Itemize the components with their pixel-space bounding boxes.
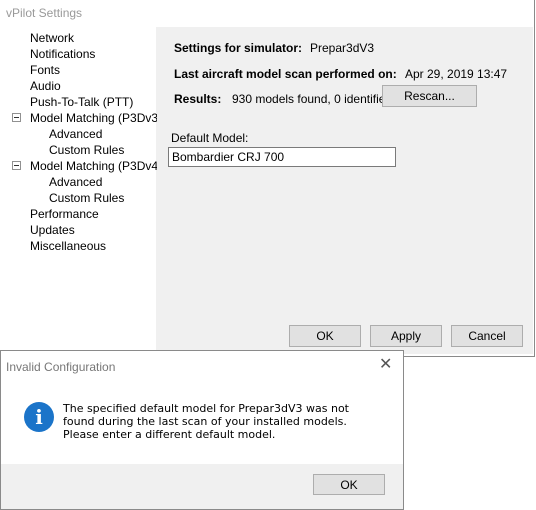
window-title: vPilot Settings: [6, 6, 83, 20]
close-icon[interactable]: ✕: [379, 357, 392, 373]
results-label: Results:: [174, 92, 222, 106]
settings-window: vPilot Settings Network Notifications Fo…: [0, 0, 535, 357]
settings-panel: Settings for simulator: Prepar3dV3 Last …: [157, 27, 533, 354]
ok-button[interactable]: OK: [289, 325, 361, 347]
scan-value: Apr 29, 2019 13:47: [405, 67, 508, 81]
dialog-title: Invalid Configuration: [6, 360, 116, 374]
default-model-label: Default Model:: [171, 131, 249, 145]
default-model-field[interactable]: Bombardier CRJ 700: [168, 147, 396, 167]
tree-item-custom-rules-p3dv4[interactable]: Custom Rules: [49, 190, 124, 206]
collapse-p3dv3-icon[interactable]: [12, 113, 21, 122]
dialog-ok-button[interactable]: OK: [313, 474, 385, 495]
tree-item-advanced-p3dv4[interactable]: Advanced: [49, 174, 102, 190]
apply-button[interactable]: Apply: [370, 325, 442, 347]
tree-item-audio[interactable]: Audio: [30, 78, 61, 94]
dialog-message: The specified default model for Prepar3d…: [63, 402, 349, 441]
dialog-footer: OK: [1, 464, 403, 509]
tree-item-miscellaneous[interactable]: Miscellaneous: [30, 238, 106, 254]
scan-label: Last aircraft model scan performed on:: [174, 67, 397, 81]
tree-item-notifications[interactable]: Notifications: [30, 46, 95, 62]
settings-tree: Network Notifications Fonts Audio Push-T…: [5, 27, 162, 354]
results-value: 930 models found, 0 identified: [232, 92, 393, 106]
simulator-label: Settings for simulator:: [174, 41, 303, 55]
rescan-button[interactable]: Rescan...: [382, 85, 477, 107]
tree-item-performance[interactable]: Performance: [30, 206, 99, 222]
simulator-value: Prepar3dV3: [310, 41, 375, 55]
tree-item-model-matching-p3dv4[interactable]: Model Matching (P3Dv4): [30, 158, 162, 174]
cancel-button[interactable]: Cancel: [451, 325, 523, 347]
tree-item-advanced-p3dv3[interactable]: Advanced: [49, 126, 102, 142]
tree-item-custom-rules-p3dv3[interactable]: Custom Rules: [49, 142, 124, 158]
tree-item-network[interactable]: Network: [30, 30, 74, 46]
tree-item-updates[interactable]: Updates: [30, 222, 75, 238]
tree-item-fonts[interactable]: Fonts: [30, 62, 60, 78]
collapse-p3dv4-icon[interactable]: [12, 161, 21, 170]
tree-item-model-matching-p3dv3[interactable]: Model Matching (P3Dv3): [30, 110, 162, 126]
title-bar[interactable]: vPilot Settings: [0, 0, 533, 27]
info-icon: i: [24, 402, 54, 432]
tree-item-ptt[interactable]: Push-To-Talk (PTT): [30, 94, 133, 110]
